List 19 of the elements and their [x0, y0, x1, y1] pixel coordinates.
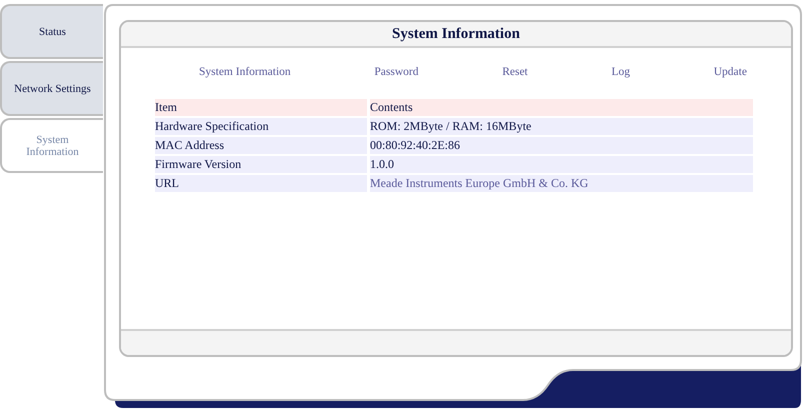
nav-link[interactable]: Update — [714, 66, 747, 78]
table-cell: 00:80:92:40:2E:86 — [370, 137, 753, 154]
sidebar-tab[interactable]: System Information — [0, 118, 103, 173]
sidebar-tab[interactable]: Status — [0, 4, 103, 59]
column-header: Item — [155, 99, 367, 116]
nav-link[interactable]: Password — [374, 66, 418, 78]
table-cell: URL — [155, 175, 367, 192]
table-cell: Firmware Version — [155, 156, 367, 173]
table-cell: Hardware Specification — [155, 118, 367, 135]
table-cell: ROM: 2MByte / RAM: 16MByte — [370, 118, 753, 135]
panel-title: System Information — [392, 26, 520, 42]
nav-link[interactable]: System Information — [199, 66, 291, 78]
url-link[interactable]: Meade Instruments Europe GmbH & Co. KG — [370, 175, 753, 192]
nav-link[interactable]: Reset — [502, 66, 528, 78]
table-cell: MAC Address — [155, 137, 367, 154]
nav-link[interactable]: Log — [611, 66, 630, 78]
column-header: Contents — [370, 99, 753, 116]
sidebar-tab[interactable]: Network Settings — [0, 61, 103, 116]
table-cell: 1.0.0 — [370, 156, 753, 173]
